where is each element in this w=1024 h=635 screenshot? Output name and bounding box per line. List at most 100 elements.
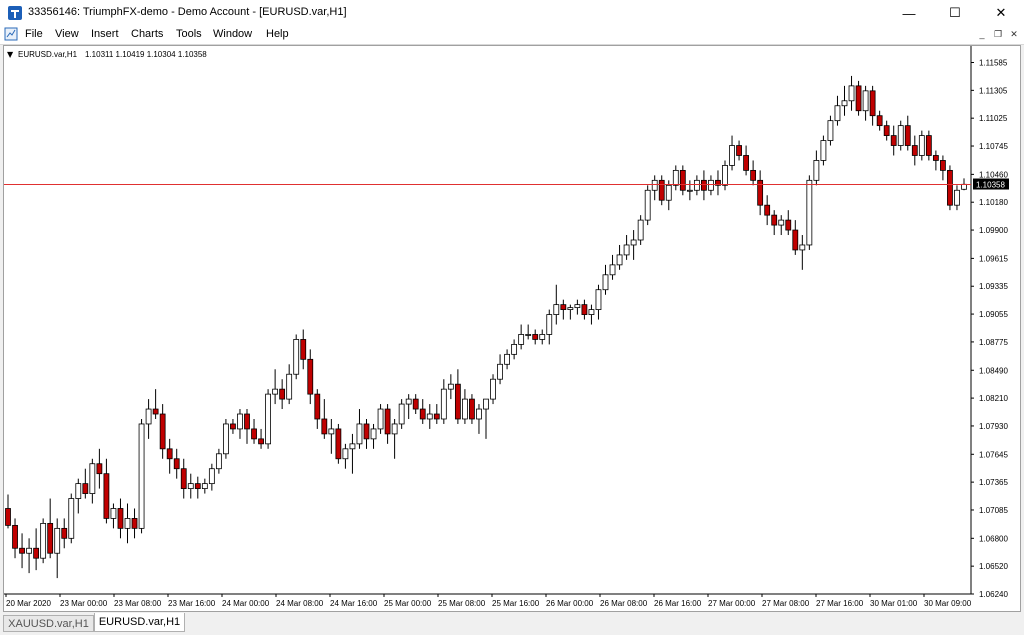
bull-candle [504, 353, 510, 365]
time-tick-label: 26 Mar 08:00 [600, 599, 648, 608]
bull-candle [497, 363, 503, 380]
price-tick-label: 1.09900 [979, 226, 1008, 235]
bull-candle [405, 398, 412, 405]
mdi-close-button[interactable]: ✕ [1008, 28, 1020, 40]
bear-candle [792, 229, 799, 251]
time-tick-label: 20 Mar 2020 [6, 599, 51, 608]
price-tick-label: 1.09335 [979, 282, 1008, 291]
time-tick-label: 23 Mar 16:00 [168, 599, 216, 608]
time-tick-label: 25 Mar 16:00 [492, 599, 540, 608]
bear-candle [764, 204, 771, 216]
menu-bar: File View Insert Charts Tools Window Hel… [0, 26, 1024, 45]
bull-candle [862, 90, 869, 112]
bull-candle [391, 423, 398, 435]
menu-insert[interactable]: Insert [91, 28, 119, 40]
bear-candle [904, 125, 911, 146]
bull-candle [286, 373, 293, 400]
mdi-minimize-button[interactable]: _ [976, 28, 988, 40]
time-tick-label: 26 Mar 16:00 [654, 599, 702, 608]
bear-candle [251, 428, 257, 440]
bull-candle [426, 413, 433, 420]
bull-candle [686, 189, 693, 192]
chart-tabs: XAUUSD.var,H1 EURUSD.var,H1 [0, 613, 1024, 635]
window-title: 33356146: TriumphFX-demo - Demo Account … [28, 6, 347, 18]
tab-xauusd[interactable]: XAUUSD.var,H1 [3, 615, 94, 632]
chart-header-arrow-icon[interactable]: ▼ [7, 50, 14, 59]
mdi-restore-button[interactable]: ❐ [992, 28, 1004, 40]
bull-candle [644, 189, 651, 221]
bear-candle [19, 547, 25, 554]
bull-candle [447, 383, 454, 390]
bull-candle [623, 244, 630, 256]
bull-candle [40, 522, 47, 559]
bull-candle [616, 254, 623, 266]
bear-candle [244, 413, 250, 430]
bear-candle [33, 547, 40, 559]
bull-candle [293, 339, 300, 375]
time-axis: 20 Mar 2020 23 Mar 00:00 23 Mar 08:00 23 Ma… [5, 594, 972, 608]
bear-candle [173, 458, 180, 470]
menu-help[interactable]: Help [266, 28, 289, 40]
price-chart[interactable]: 1.11585 1.11305 1.11025 1.10745 1.10460 1.101… [4, 46, 1020, 611]
bull-candle [215, 453, 222, 470]
menu-window[interactable]: Window [213, 28, 252, 40]
bull-candle [574, 304, 581, 309]
bull-candle [539, 334, 546, 340]
bull-candle [827, 120, 834, 141]
chart-window-icon[interactable] [4, 27, 18, 41]
price-tick-label: 1.06800 [979, 534, 1008, 543]
bear-candle [911, 145, 918, 156]
bear-candle [532, 334, 539, 340]
price-tick-label: 1.10460 [979, 170, 1008, 179]
price-tick-label: 1.06520 [979, 562, 1008, 571]
bear-candle [47, 522, 54, 554]
bull-candle [834, 105, 841, 122]
bear-candle [12, 524, 18, 549]
bear-candle [159, 413, 166, 450]
bear-candle [103, 473, 110, 519]
bull-candle [546, 314, 553, 335]
bear-candle [869, 90, 876, 117]
bull-candle [223, 423, 229, 455]
bull-candle [693, 179, 700, 191]
bull-candle [595, 289, 602, 311]
time-tick-label: 25 Mar 08:00 [438, 599, 486, 608]
bear-candle [581, 304, 588, 315]
minimize-button[interactable]: — [886, 0, 932, 26]
bear-candle [321, 418, 328, 435]
bull-candle [813, 160, 820, 181]
bear-candle [335, 428, 342, 460]
close-button[interactable]: ✕ [978, 0, 1024, 26]
bull-candle [377, 408, 384, 430]
menu-view[interactable]: View [55, 28, 79, 40]
close-icon: ✕ [995, 5, 1007, 20]
tab-eurusd[interactable]: EURUSD.var,H1 [94, 613, 185, 632]
bull-candle [370, 428, 377, 440]
bear-candle [469, 398, 475, 420]
bear-candle [855, 85, 862, 112]
bull-candle [665, 184, 672, 201]
bear-candle [258, 438, 264, 445]
price-tick-label: 1.11305 [979, 86, 1008, 95]
bull-candle [356, 423, 363, 445]
bull-candle [75, 483, 82, 499]
time-tick-label: 23 Mar 08:00 [114, 599, 162, 608]
bull-candle [68, 498, 75, 539]
bull-candle [208, 468, 215, 485]
title-bar: 33356146: TriumphFX-demo - Demo Account … [0, 0, 1024, 26]
bear-candle [785, 219, 792, 231]
app-logo-icon [8, 6, 22, 20]
bear-candle [307, 358, 314, 395]
bear-candle [890, 135, 897, 146]
bear-candle [771, 214, 778, 226]
time-tick-label: 24 Mar 08:00 [276, 599, 324, 608]
bull-candle [918, 135, 925, 156]
maximize-button[interactable]: ☐ [932, 0, 978, 26]
menu-charts[interactable]: Charts [131, 28, 163, 40]
menu-file[interactable]: File [25, 28, 43, 40]
menu-tools[interactable]: Tools [176, 28, 202, 40]
chart-window[interactable]: 1.11585 1.11305 1.11025 1.10745 1.10460 1.101… [3, 45, 1021, 612]
bull-candle [187, 483, 194, 489]
tab-label: XAUUSD.var,H1 [8, 617, 89, 630]
bull-candle [138, 423, 145, 529]
